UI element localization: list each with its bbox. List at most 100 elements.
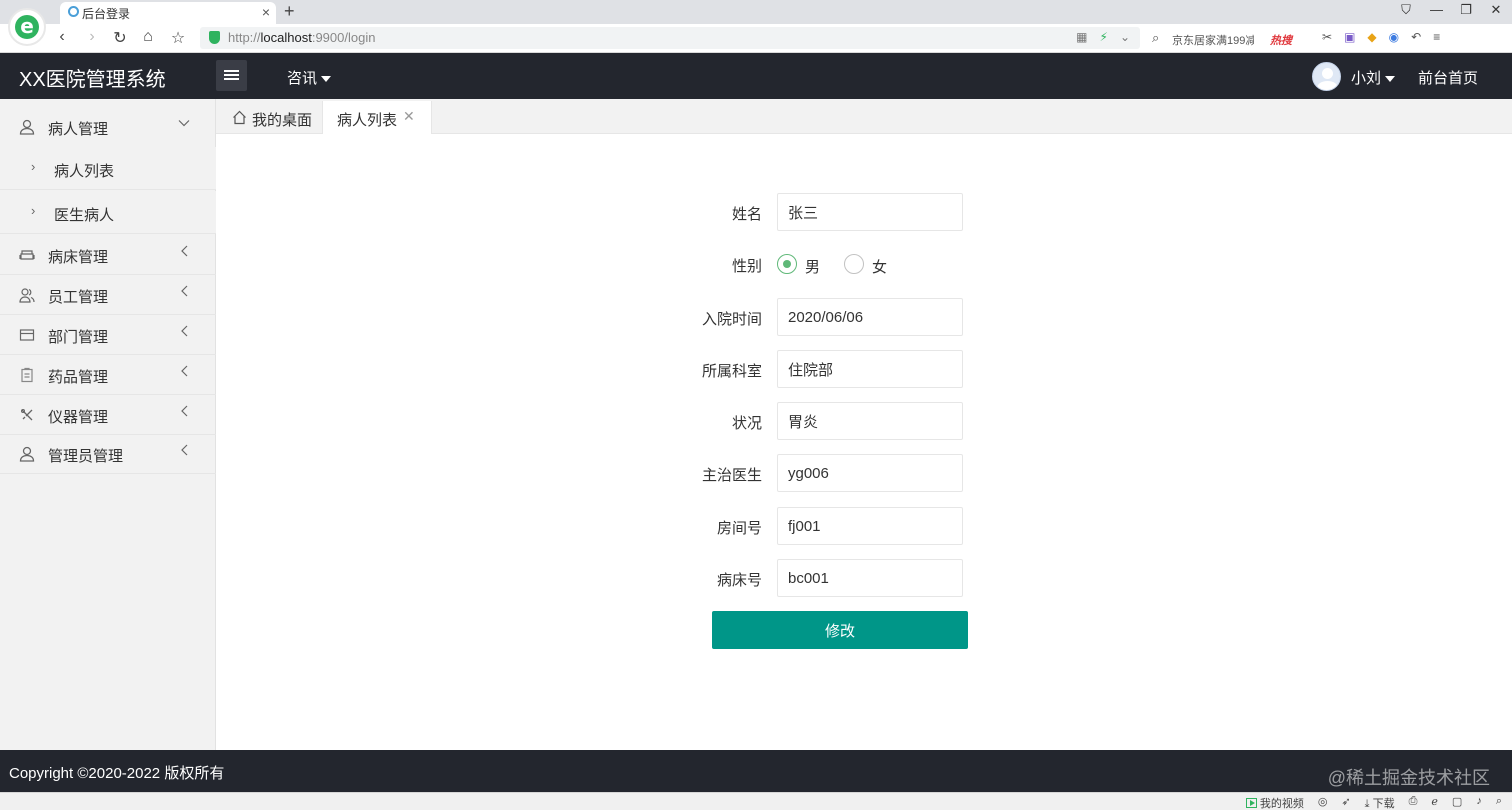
chevron-right-icon: ›: [31, 159, 36, 174]
form-row-department: 所属科室: [700, 350, 980, 388]
sidebar-item-departments[interactable]: 部门管理: [0, 315, 216, 355]
users-icon: [19, 287, 35, 303]
printer-icon[interactable]: ⎙: [1409, 795, 1418, 810]
admission-date-label: 入院时间: [701, 311, 762, 328]
apps-icon[interactable]: ◉: [1389, 30, 1399, 44]
search-suggestion[interactable]: 京东居家满199减: [1172, 32, 1254, 48]
window-icon[interactable]: ▢: [1452, 795, 1462, 810]
translate-icon[interactable]: ▣: [1344, 30, 1355, 44]
volume-icon[interactable]: ♪: [1476, 795, 1482, 810]
sidebar-item-patients[interactable]: 病人管理: [0, 107, 216, 147]
download-button[interactable]: ⤓ 下载: [1365, 795, 1395, 810]
form-row-gender: 性别 男 女: [700, 245, 980, 283]
chevron-left-icon: [180, 324, 190, 340]
page-tabs-bar: 我的桌面 病人列表 ✕: [216, 99, 1512, 134]
my-videos-button[interactable]: 我的视频: [1245, 795, 1304, 810]
url-icons: ▦ ⚡ ⌄: [1076, 30, 1130, 44]
sidebar-item-label: 药品管理: [48, 369, 109, 386]
bed-field[interactable]: [777, 559, 963, 597]
room-field[interactable]: [777, 507, 963, 545]
form-row-doctor: 主治医生: [700, 454, 980, 492]
minimize-icon[interactable]: —: [1430, 2, 1443, 18]
app-logo[interactable]: XX医院管理系统: [19, 63, 166, 92]
close-window-icon[interactable]: ✕: [1490, 2, 1502, 18]
sidebar-subitem-patient-list[interactable]: › 病人列表: [0, 147, 216, 190]
rocket-icon[interactable]: ➶: [1341, 795, 1350, 810]
sidebar-item-admins[interactable]: 管理员管理: [0, 434, 216, 474]
status-items: 我的视频 ◎ ➶ ⤓ 下载 ⎙ ℯ ▢ ♪ ⌕: [1245, 795, 1502, 810]
form-row-room: 房间号: [700, 507, 980, 545]
condition-field[interactable]: [777, 402, 963, 440]
browser-logo: e: [8, 8, 46, 46]
address-bar: ‹ › ↻ ⌂ ☆ http://localhost:9900/login ▦ …: [0, 24, 1512, 53]
condition-label: 状况: [731, 415, 762, 432]
ie-icon[interactable]: ℯ: [1431, 795, 1438, 810]
caret-down-icon: [1385, 76, 1396, 83]
sidebar-item-label: 病人管理: [48, 121, 109, 138]
back-icon[interactable]: ‹: [52, 28, 72, 46]
tab-my-desktop[interactable]: 我的桌面: [216, 101, 322, 134]
radio-label: 男: [805, 259, 821, 276]
coupon-icon[interactable]: ◆: [1367, 30, 1376, 44]
chevron-down-icon[interactable]: ⌄: [1120, 30, 1130, 44]
news-menu[interactable]: 咨讯: [287, 67, 332, 88]
sidebar-item-staff[interactable]: 员工管理: [0, 275, 216, 315]
form-row-name: 姓名: [700, 193, 980, 231]
url-text[interactable]: http://localhost:9900/login: [228, 30, 375, 45]
tools-icon: [19, 407, 35, 423]
form-row-admission: 入院时间: [700, 298, 980, 336]
doctor-label: 主治医生: [701, 467, 762, 484]
close-tab-icon[interactable]: ×: [262, 4, 270, 20]
tab-label: 我的桌面: [252, 112, 313, 129]
avatar[interactable]: [1312, 62, 1341, 91]
play-icon: [1245, 798, 1257, 808]
admission-date-field[interactable]: [777, 298, 963, 336]
extension-icons: ✂ ▣ ◆ ◉ ↶ ≡: [1322, 30, 1440, 44]
menu-toggle-button[interactable]: [216, 60, 247, 91]
speed-bolt-icon[interactable]: ⚡: [1100, 30, 1108, 44]
user-menu[interactable]: 小刘: [1351, 67, 1396, 88]
chevron-left-icon: [180, 364, 190, 380]
browser-tab[interactable]: 后台登录 ×: [60, 2, 276, 24]
sidebar-item-instruments[interactable]: 仪器管理: [0, 395, 216, 435]
menu-icon[interactable]: ≡: [1433, 30, 1440, 44]
sidebar: 病人管理 › 病人列表 › 医生病人 病床管理 员工管理 部门管理 药品管理 仪…: [0, 99, 216, 750]
zoom-icon[interactable]: ⌕: [1496, 795, 1502, 810]
reload-icon[interactable]: ↻: [110, 28, 130, 48]
tab-favicon-icon: [68, 6, 79, 17]
sidebar-item-drugs[interactable]: 药品管理: [0, 355, 216, 395]
url-input[interactable]: http://localhost:9900/login ▦ ⚡ ⌄: [200, 27, 1140, 49]
front-home-link[interactable]: 前台首页: [1418, 67, 1478, 88]
sidebar-item-label: 仪器管理: [48, 409, 109, 426]
name-field[interactable]: [777, 193, 963, 231]
tab-label: 病人列表: [337, 112, 398, 129]
search-box[interactable]: ⌕ 京东居家满199减 热搜: [1150, 29, 1310, 49]
new-tab-icon[interactable]: +: [284, 0, 295, 22]
bed-label: 病床号: [716, 572, 762, 589]
bookmark-star-icon[interactable]: ☆: [168, 28, 188, 48]
restore-icon[interactable]: ❐: [1460, 2, 1472, 18]
window-menu-icon[interactable]: ⛉: [1400, 2, 1412, 18]
home-icon[interactable]: ⌂: [138, 28, 158, 46]
refresh-icon[interactable]: ◎: [1318, 795, 1328, 810]
sidebar-subitem-doctor-patients[interactable]: › 医生病人: [0, 191, 216, 234]
close-tab-icon[interactable]: ✕: [403, 108, 415, 125]
copyright-text: Copyright ©2020-2022 版权所有: [9, 765, 225, 782]
sidebar-item-label: 员工管理: [48, 289, 109, 306]
scissors-icon[interactable]: ✂: [1322, 30, 1332, 44]
gender-label: 性别: [731, 258, 762, 275]
name-label: 姓名: [731, 206, 762, 223]
modify-button[interactable]: 修改: [712, 611, 968, 649]
qr-code-icon[interactable]: ▦: [1076, 30, 1087, 44]
admin-icon: [19, 446, 35, 462]
hot-search-label[interactable]: 热搜: [1270, 32, 1292, 48]
department-field[interactable]: [777, 350, 963, 388]
undo-icon[interactable]: ↶: [1411, 30, 1421, 44]
security-shield-icon: [209, 31, 220, 44]
forward-icon[interactable]: ›: [82, 28, 102, 46]
tab-patient-list[interactable]: 病人列表 ✕: [322, 101, 432, 134]
sofa-icon: [19, 247, 35, 263]
doctor-field[interactable]: [777, 454, 963, 492]
sidebar-item-beds[interactable]: 病床管理: [0, 235, 216, 275]
radio-label: 女: [872, 259, 888, 276]
